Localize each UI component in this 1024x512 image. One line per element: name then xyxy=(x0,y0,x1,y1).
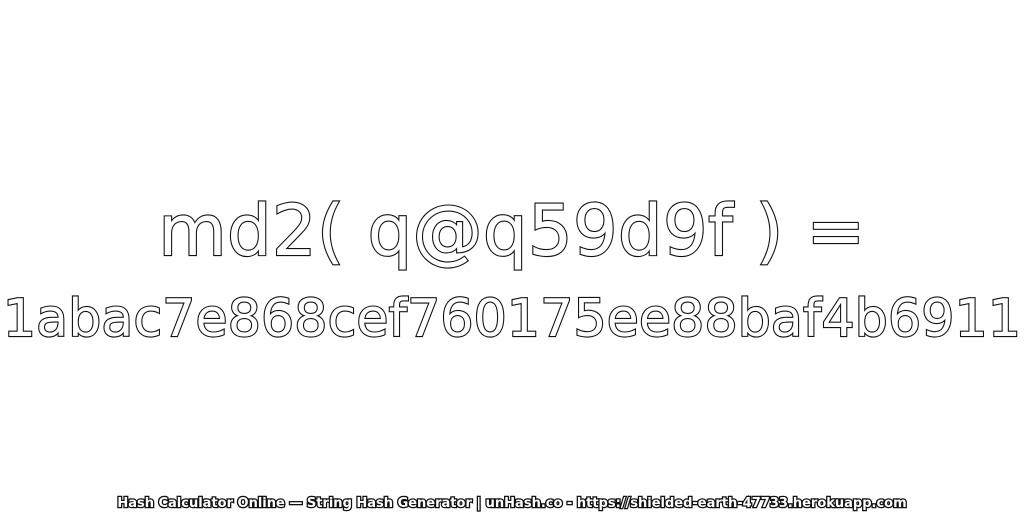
hash-result: 1abac7e868cef760175ee88baf4b6911 xyxy=(2,288,1022,350)
hash-expression: md2( q@q59d9f ) = xyxy=(157,189,866,273)
footer-credit: Hash Calculator Online — String Hash Gen… xyxy=(116,495,908,512)
